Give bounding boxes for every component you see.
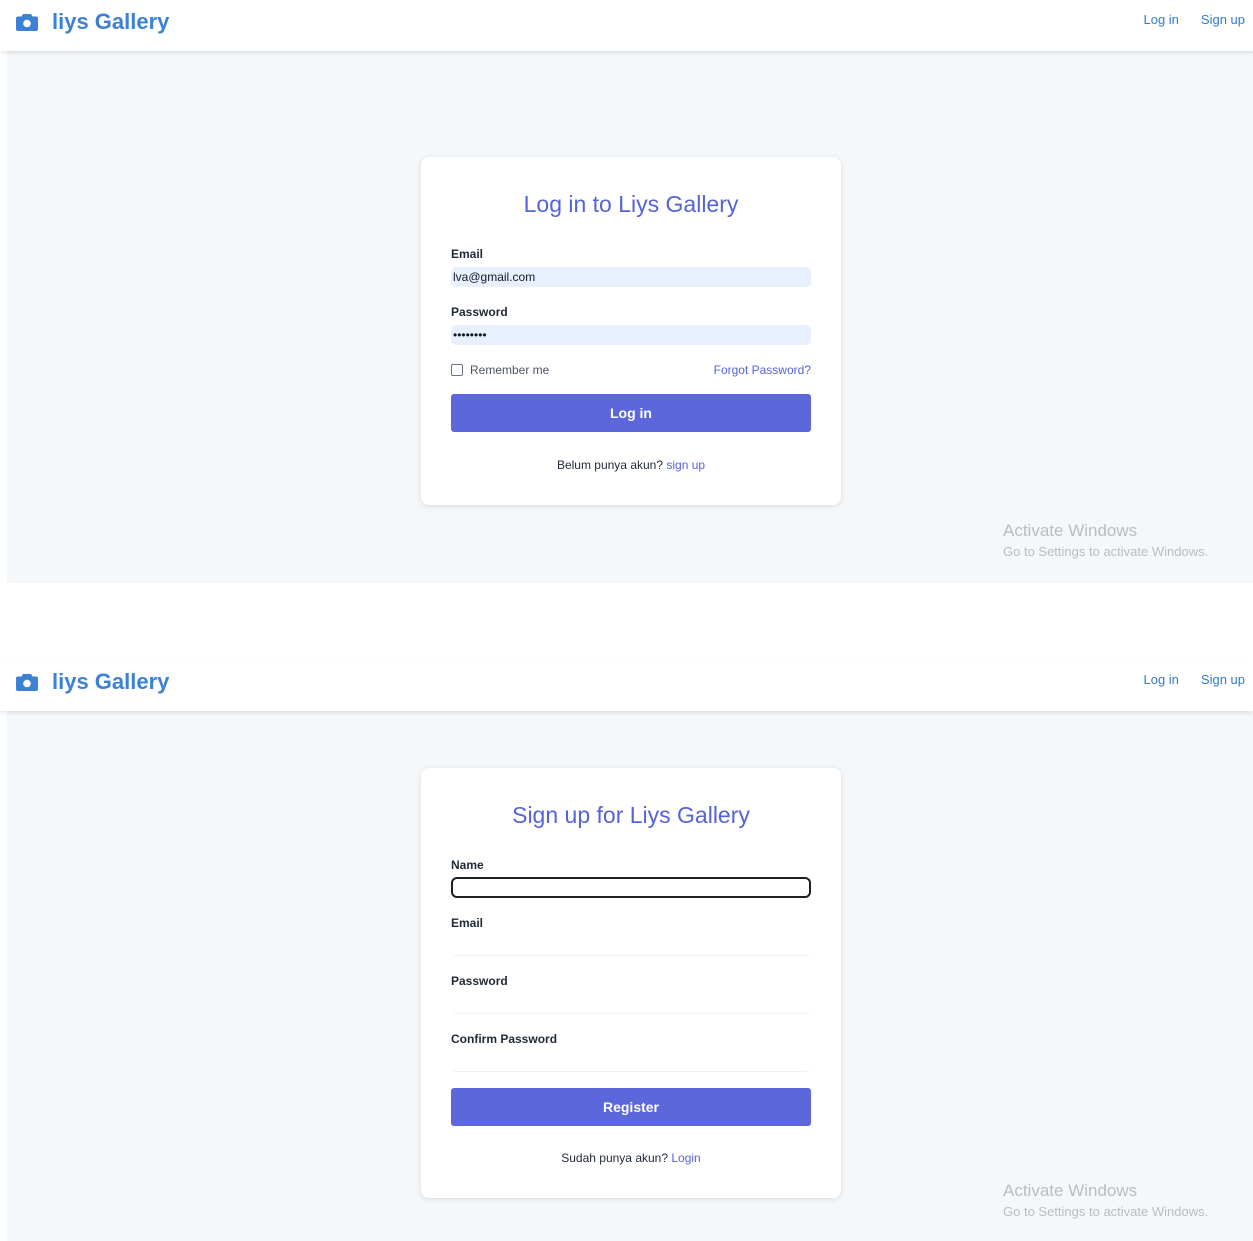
- navbar: liys Gallery Log in Sign up: [0, 660, 1253, 711]
- name-input[interactable]: [451, 877, 811, 898]
- camera-icon: [16, 673, 38, 691]
- navbar: liys Gallery Log in Sign up: [0, 0, 1253, 51]
- register-title: Sign up for Liys Gallery: [512, 802, 750, 828]
- login-button[interactable]: Log in: [451, 394, 811, 432]
- login-page-background: Log in to Liys Gallery Email Password Re…: [7, 51, 1253, 583]
- brand-name: liys Gallery: [52, 9, 170, 34]
- email-label: Email: [451, 916, 484, 930]
- signup-prompt: Belum punya akun? sign up: [421, 458, 841, 472]
- email-input[interactable]: [451, 936, 811, 956]
- camera-icon: [16, 13, 38, 31]
- confirm-password-label: Confirm Password: [451, 1032, 558, 1046]
- nav-signup-link[interactable]: Sign up: [1201, 12, 1245, 27]
- email-label: Email: [451, 247, 484, 261]
- nav-signup-link[interactable]: Sign up: [1201, 672, 1245, 687]
- register-page-background: Sign up for Liys Gallery Name Email Pass…: [7, 711, 1253, 1241]
- register-button[interactable]: Register: [451, 1088, 811, 1126]
- email-input[interactable]: [451, 267, 811, 287]
- nav-login-link[interactable]: Log in: [1143, 12, 1178, 27]
- signup-link[interactable]: sign up: [666, 458, 705, 472]
- remember-label: Remember me: [470, 363, 550, 377]
- password-label: Password: [451, 974, 508, 988]
- watermark-subtitle: Go to Settings to activate Windows.: [1003, 1204, 1209, 1219]
- windows-watermark: Activate Windows Go to Settings to activ…: [1003, 1181, 1208, 1219]
- watermark-title: Activate Windows: [1003, 1181, 1138, 1200]
- nav-links: Log in Sign up: [1143, 672, 1245, 687]
- remember-checkbox[interactable]: [451, 364, 463, 376]
- brand-link[interactable]: liys Gallery: [16, 668, 169, 696]
- nav-login-link[interactable]: Log in: [1143, 672, 1178, 687]
- login-prompt-text: Sudah punya akun?: [561, 1151, 669, 1165]
- password-label: Password: [451, 305, 508, 319]
- windows-watermark: Activate Windows Go to Settings to activ…: [1003, 521, 1208, 559]
- remember-me[interactable]: Remember me: [451, 363, 549, 377]
- login-title: Log in to Liys Gallery: [523, 191, 739, 217]
- brand-link[interactable]: liys Gallery: [16, 8, 169, 36]
- register-card: Sign up for Liys Gallery Name Email Pass…: [421, 768, 841, 1198]
- watermark-subtitle: Go to Settings to activate Windows.: [1003, 544, 1209, 559]
- signup-prompt-text: Belum punya akun?: [556, 458, 664, 472]
- confirm-password-input[interactable]: [451, 1052, 811, 1072]
- brand-name: liys Gallery: [52, 669, 170, 694]
- password-input[interactable]: [451, 994, 811, 1014]
- password-input[interactable]: [451, 325, 811, 345]
- login-prompt: Sudah punya akun? Login: [421, 1151, 841, 1165]
- name-label: Name: [451, 858, 484, 872]
- login-screenshot: liys Gallery Log in Sign up Log in to Li…: [0, 0, 1253, 584]
- login-card: Log in to Liys Gallery Email Password Re…: [421, 157, 841, 505]
- watermark-title: Activate Windows: [1003, 521, 1138, 540]
- nav-links: Log in Sign up: [1143, 12, 1245, 27]
- login-link[interactable]: Login: [671, 1151, 700, 1165]
- register-screenshot: liys Gallery Log in Sign up Sign up for …: [0, 660, 1253, 1241]
- forgot-password-link[interactable]: Forgot Password?: [714, 363, 811, 377]
